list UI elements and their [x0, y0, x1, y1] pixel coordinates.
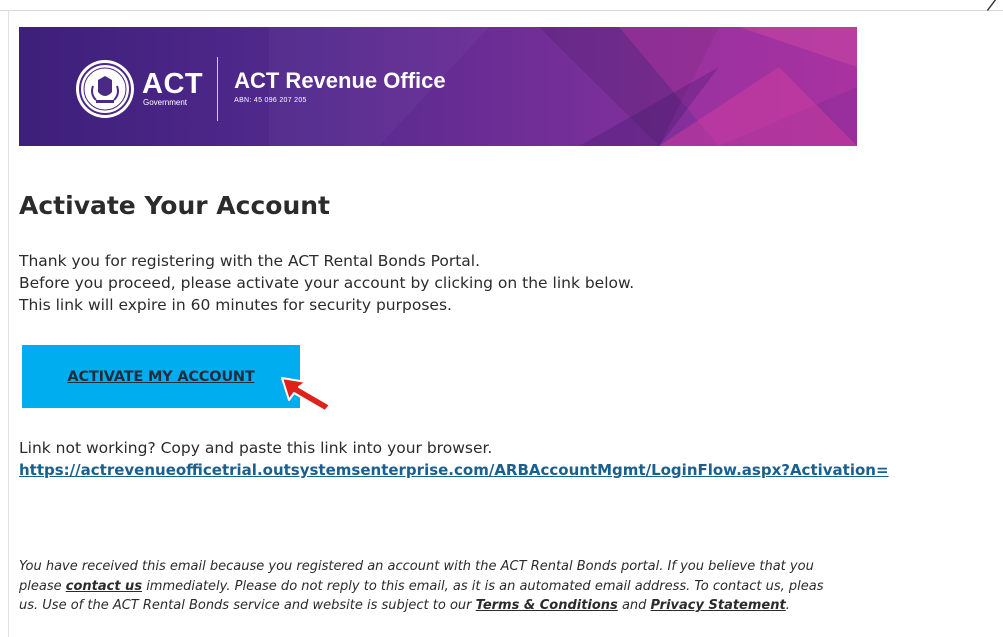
footer-text: us. Use of the ACT Rental Bonds service …: [19, 598, 476, 613]
footer-disclaimer: You have received this email because you…: [19, 557, 1003, 616]
window-top-edge: /: [0, 0, 1003, 15]
contact-us-link[interactable]: contact us: [66, 579, 142, 594]
footer-line: please contact us immediately. Please do…: [19, 577, 1003, 597]
activate-account-button[interactable]: ACTIVATE MY ACCOUNT: [22, 345, 300, 408]
gov-subtext: Government: [143, 98, 188, 107]
office-abn: ABN: 45 096 207 205: [234, 96, 307, 104]
footer-text: .: [785, 598, 790, 613]
activate-account-label[interactable]: ACTIVATE MY ACCOUNT: [67, 369, 254, 385]
footer-text: immediately. Please do not reply to this…: [142, 578, 824, 594]
footer-line-text: You have received this email because you…: [19, 559, 814, 574]
footer-text: please: [19, 578, 66, 594]
link-help-text: Link not working? Copy and paste this li…: [19, 439, 493, 457]
red-arrow-icon: [281, 377, 331, 412]
gov-act-text: ACT: [142, 68, 204, 100]
gov-wordmark: ACT Government: [142, 70, 203, 108]
office-name: ACT Revenue Office: [234, 67, 446, 93]
office-block: ACT Revenue Office ABN: 45 096 207 205: [234, 68, 446, 105]
intro-text: Thank you for registering with the ACT R…: [19, 250, 634, 316]
intro-line: Thank you for registering with the ACT R…: [19, 252, 481, 270]
terms-conditions-link[interactable]: Terms & Conditions: [476, 598, 618, 613]
footer-line: us. Use of the ACT Rental Bonds service …: [19, 596, 1003, 616]
intro-line: Before you proceed, please activate your…: [19, 274, 635, 292]
act-government-logo: ACT Government ACT Revenue Office ABN: 4…: [76, 57, 446, 121]
corner-mark-icon: /: [985, 0, 999, 16]
page-title: Activate Your Account: [19, 191, 330, 220]
email-header-banner: ACT Government ACT Revenue Office ABN: 4…: [19, 27, 857, 146]
logo-divider: [217, 57, 219, 121]
footer-text: and: [617, 598, 651, 613]
privacy-statement-link[interactable]: Privacy Statement: [651, 598, 786, 613]
activation-url-link[interactable]: https://actrevenueofficetrial.outsystems…: [19, 459, 1003, 481]
intro-line: This link will expire in 60 minutes for …: [19, 296, 452, 314]
act-crest-icon: [76, 60, 134, 118]
footer-line: You have received this email because you…: [19, 557, 1003, 577]
window-left-edge: [8, 10, 9, 637]
